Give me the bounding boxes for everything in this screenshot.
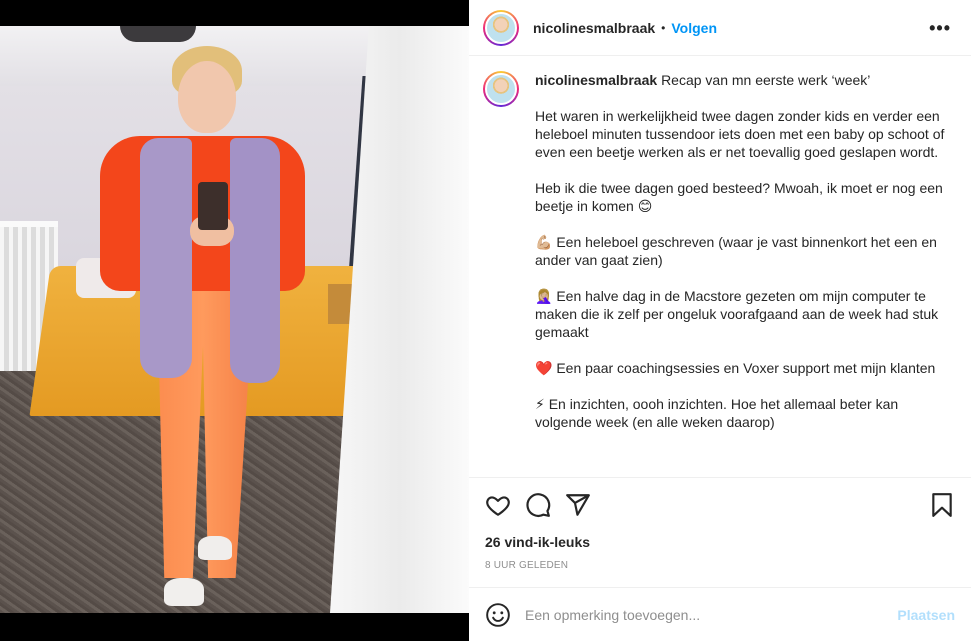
post-timestamp[interactable]: 8 UUR GELEDEN bbox=[485, 560, 568, 571]
caption-paragraph: ⚡ En inzichten, oooh inzichten. Hoe het … bbox=[535, 396, 903, 430]
caption-paragraph: 🤦🏼‍♀️ Een halve dag in de Macstore gezet… bbox=[535, 288, 943, 340]
photo-person-shoe-right bbox=[198, 536, 232, 560]
caption-paragraph: 💪🏼 Een heleboel geschreven (waar je vast… bbox=[535, 234, 941, 268]
share-icon[interactable] bbox=[565, 492, 591, 518]
photo-person-face bbox=[178, 61, 236, 133]
caption-paragraph: ❤️ Een paar coachingsessies en Voxer sup… bbox=[535, 360, 936, 376]
caption-paragraph: Het waren in werkelijkheid twee dagen zo… bbox=[535, 108, 949, 160]
photo-person-shoe-left bbox=[164, 578, 204, 606]
likes-count[interactable]: 26 vind-ik-leuks bbox=[485, 534, 590, 550]
emoji-icon[interactable] bbox=[485, 602, 511, 628]
author-username[interactable]: nicolinesmalbraak bbox=[533, 20, 655, 36]
comment-input[interactable] bbox=[525, 606, 898, 623]
post-header: nicolinesmalbraak • Volgen ••• bbox=[469, 0, 971, 56]
header-separator: • bbox=[661, 20, 666, 35]
caption-title: Recap van mn eerste werk ‘week’ bbox=[661, 72, 871, 88]
follow-button[interactable]: Volgen bbox=[671, 20, 717, 36]
caption-username[interactable]: nicolinesmalbraak bbox=[535, 72, 657, 88]
caption-paragraph: Heb ik die twee dagen goed besteed? Mwoa… bbox=[535, 180, 947, 214]
avatar-image bbox=[485, 11, 517, 44]
caption-first-line: nicolinesmalbraak Recap van mn eerste we… bbox=[535, 71, 955, 89]
bookmark-icon[interactable] bbox=[929, 492, 955, 518]
caption-author-avatar[interactable] bbox=[483, 71, 519, 107]
post-side-panel: nicolinesmalbraak • Volgen ••• nicolines… bbox=[469, 0, 971, 641]
post-photo[interactable] bbox=[0, 26, 469, 613]
caption-body: nicolinesmalbraak Recap van mn eerste we… bbox=[535, 71, 955, 431]
heart-icon[interactable] bbox=[485, 492, 511, 518]
post-caption: nicolinesmalbraak Recap van mn eerste we… bbox=[469, 57, 971, 477]
author-avatar[interactable] bbox=[483, 9, 519, 46]
avatar-image bbox=[485, 73, 517, 105]
comment-bar: Plaatsen bbox=[469, 587, 971, 641]
more-options-icon[interactable]: ••• bbox=[929, 18, 951, 39]
photo-person-vest-left bbox=[140, 138, 192, 378]
post-photo-pane bbox=[0, 0, 469, 641]
post-actions: 26 vind-ik-leuks 8 UUR GELEDEN bbox=[469, 477, 971, 587]
comment-icon[interactable] bbox=[525, 492, 551, 518]
photo-person-vest-right bbox=[230, 138, 280, 383]
photo-phone bbox=[198, 182, 228, 230]
photo-ceiling-lamp bbox=[120, 26, 196, 42]
post-comment-button[interactable]: Plaatsen bbox=[897, 607, 955, 623]
